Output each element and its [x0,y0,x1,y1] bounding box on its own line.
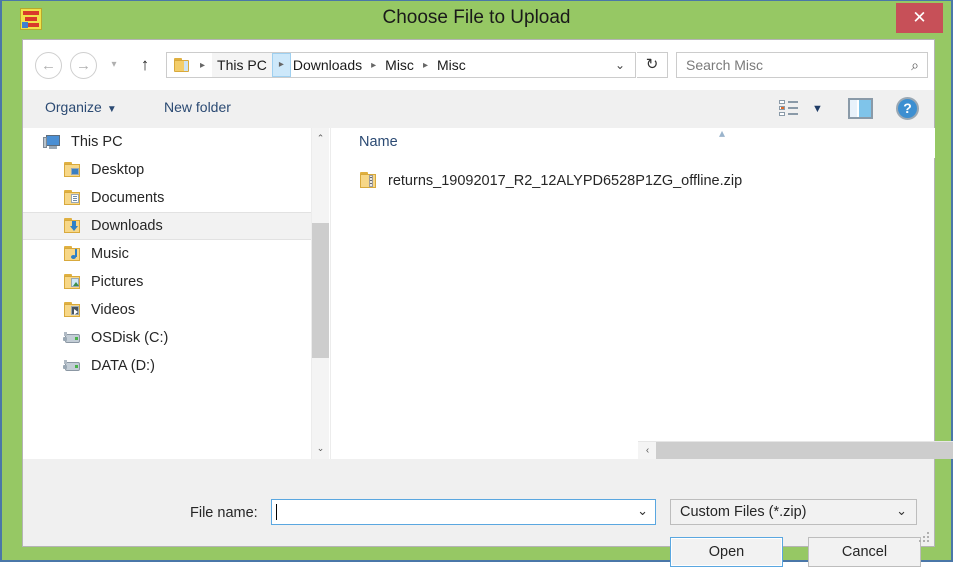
sidebar-item-label: Documents [91,190,165,206]
folder-music-icon [63,245,82,263]
file-name-field-label: File name: [190,505,258,521]
breadcrumb-separator-0: ▸ [200,59,206,71]
breadcrumb-item-this-pc[interactable]: This PC [212,53,272,77]
file-type-select[interactable]: Custom Files (*.zip) ⌄ [670,499,917,525]
preview-pane-icon[interactable] [848,98,873,119]
up-arrow-icon[interactable]: ↑ [133,52,157,78]
sidebar-item-downloads[interactable]: Downloads [23,212,311,240]
breadcrumb-item-misc-2[interactable]: Misc [435,55,468,75]
file-type-value: Custom Files (*.zip) [680,504,807,520]
column-header-name[interactable]: Name [359,134,398,150]
address-bar: ← → ▾ ↑ ▸ This PC ▸ Downloads ▸ Misc ▸ M… [23,40,934,90]
organize-button[interactable]: Organize ▼ [45,99,117,115]
sidebar-item-label: Pictures [91,274,144,290]
sidebar-item-this-pc[interactable]: This PC [23,128,311,156]
breadcrumb-separator-3: ▸ [422,59,428,71]
sidebar-item-videos[interactable]: Videos [23,296,311,324]
scrollbar-thumb[interactable] [656,442,953,459]
scrollbar-thumb[interactable] [312,223,329,358]
scroll-down-icon[interactable]: ⌄ [312,440,329,457]
column-header-row: Name ▴ [331,126,935,158]
new-folder-button[interactable]: New folder [164,99,231,115]
sort-ascending-icon: ▴ [719,126,726,140]
sidebar-item-label: Desktop [91,162,145,178]
forward-arrow-icon[interactable]: → [70,52,97,79]
toolbar: Organize ▼ New folder ▼ ? [23,90,934,129]
close-icon[interactable]: ✕ [896,3,943,33]
folder-videos-icon [63,301,82,319]
sidebar-item-music[interactable]: Music [23,240,311,268]
scroll-left-icon[interactable]: ‹ [639,442,656,459]
folder-downloads-icon [63,217,82,235]
dialog-footer: File name: ⌄ Custom Files (*.zip) ⌄ Open… [23,459,934,567]
folder-desktop-icon [63,161,82,179]
breadcrumb[interactable]: ▸ This PC ▸ Downloads ▸ Misc ▸ Misc ⌄ [166,52,636,78]
text-cursor [276,504,277,520]
content-area: This PC Desktop Documents Downloads Musi… [23,126,953,459]
refresh-icon[interactable]: ↻ [637,52,668,78]
window-title: Choose File to Upload [382,7,571,28]
dialog-body: ← → ▾ ↑ ▸ This PC ▸ Downloads ▸ Misc ▸ M… [22,39,953,567]
search-icon: ⌕ [911,57,919,73]
file-list-pane: Name ▴ returns_19092017_R2_12ALYPD6528P1… [330,126,953,459]
title-bar[interactable]: Choose File to Upload ✕ [2,1,951,37]
view-options-chevron-down-icon[interactable]: ▼ [812,103,823,115]
sidebar-item-label: DATA (D:) [91,358,155,374]
cancel-button[interactable]: Cancel [808,537,921,567]
recent-locations-chevron-down-icon[interactable]: ▾ [106,58,122,72]
back-arrow-icon[interactable]: ← [35,52,62,79]
chevron-down-icon: ⌄ [896,503,907,518]
navigation-pane-scrollbar[interactable]: ⌃ ⌄ [311,128,329,459]
file-list-horizontal-scrollbar[interactable]: ‹ › [638,441,953,459]
sidebar-item-label: This PC [71,134,123,150]
drive-icon [63,330,82,347]
search-placeholder: Search Misc [686,57,764,73]
file-upload-dialog-window: Choose File to Upload ✕ ← → ▾ ↑ ▸ This P… [0,0,953,567]
chevron-down-icon[interactable]: ⌄ [637,503,648,519]
chevron-down-icon: ▼ [106,104,117,115]
sidebar-item-label: Music [91,246,129,262]
folder-documents-icon [63,189,82,207]
list-item[interactable]: returns_19092017_R2_12ALYPD6528P1ZG_offl… [331,168,935,194]
sidebar-item-label: Downloads [91,218,163,234]
sidebar-item-pictures[interactable]: Pictures [23,268,311,296]
computer-icon [43,134,62,151]
view-options-icon[interactable] [779,100,798,117]
folder-icon [174,57,191,73]
sidebar-item-desktop[interactable]: Desktop [23,156,311,184]
file-name-input[interactable]: ⌄ [271,499,656,525]
drive-icon [63,358,82,375]
file-name-label: returns_19092017_R2_12ALYPD6528P1ZG_offl… [388,173,743,189]
breadcrumb-item-downloads[interactable]: Downloads [291,55,364,75]
breadcrumb-chevron-down-icon[interactable]: ⌄ [615,58,635,72]
search-input[interactable]: Search Misc ⌕ [676,52,928,78]
resize-grip[interactable] [919,532,930,543]
sidebar-item-osdisk-c[interactable]: OSDisk (C:) [23,324,311,352]
sidebar-item-data-d[interactable]: DATA (D:) [23,352,311,380]
folder-pictures-icon [63,273,82,291]
breadcrumb-separator-1[interactable]: ▸ [271,53,291,77]
open-button[interactable]: Open [670,537,783,567]
scroll-up-icon[interactable]: ⌃ [312,130,329,147]
zip-file-icon [359,172,378,190]
breadcrumb-item-misc[interactable]: Misc [383,55,416,75]
help-icon[interactable]: ? [896,97,919,120]
organize-label: Organize [45,99,102,115]
navigation-pane: This PC Desktop Documents Downloads Musi… [23,128,311,459]
sidebar-item-documents[interactable]: Documents [23,184,311,212]
breadcrumb-separator-2: ▸ [371,59,377,71]
sidebar-item-label: OSDisk (C:) [91,330,169,346]
sidebar-item-label: Videos [91,302,136,318]
